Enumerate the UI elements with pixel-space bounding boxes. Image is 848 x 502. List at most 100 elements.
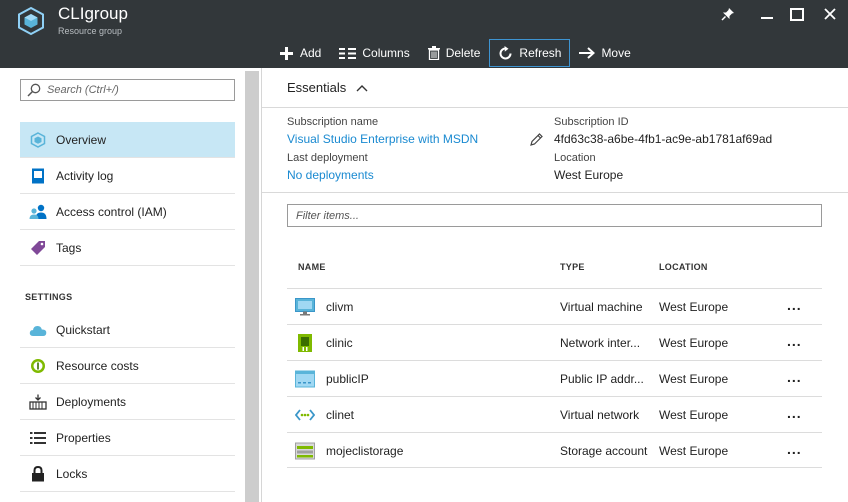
filter-input[interactable] [296, 209, 796, 222]
refresh-icon [499, 45, 512, 59]
blade-header: CLIgroup Resource group Add Columns Dele… [0, 0, 848, 68]
resource-location: West Europe [659, 372, 729, 386]
tag-icon [29, 239, 47, 257]
sidebar-item-overview[interactable]: Overview [20, 122, 235, 158]
resource-group-icon [29, 131, 47, 149]
search-icon [27, 83, 41, 97]
add-button[interactable]: Add [270, 39, 330, 67]
public-ip-icon [295, 370, 315, 388]
properties-icon [29, 429, 47, 447]
sidebar-item-label: Access control (IAM) [56, 204, 167, 219]
overview-panel: Essentials Subscription name Visual Stud… [262, 68, 848, 502]
columns-button-label: Columns [362, 46, 410, 60]
sidebar-item-access-control[interactable]: Access control (IAM) [20, 194, 235, 230]
columns-button[interactable]: Columns [330, 39, 418, 67]
deployments-icon [29, 393, 47, 411]
sidebar-item-tags[interactable]: Tags [20, 230, 235, 266]
plus-icon [280, 46, 293, 60]
more-options-button[interactable]: ... [787, 369, 802, 385]
resource-type: Virtual machine [560, 300, 643, 314]
delete-button-label: Delete [445, 46, 481, 60]
last-deployment-label: Last deployment [287, 152, 368, 164]
resource-type: Public IP addr... [560, 372, 644, 386]
table-row[interactable]: clivm Virtual machine West Europe ... [287, 288, 822, 324]
table-row[interactable]: mojeclistorage Storage account West Euro… [287, 432, 822, 468]
chevron-up-icon [356, 84, 368, 91]
settings-heading: SETTINGS [25, 292, 73, 302]
sidebar-item-resource-costs[interactable]: Resource costs [20, 348, 235, 384]
resource-group-logo-icon [16, 6, 46, 36]
sidebar-item-label: Locks [56, 466, 88, 481]
table-row[interactable]: publicIP Public IP addr... West Europe .… [287, 360, 822, 396]
table-row[interactable]: clinet Virtual network West Europe ... [287, 396, 822, 432]
resource-type: Virtual network [560, 408, 640, 422]
resource-name[interactable]: clinet [326, 408, 354, 422]
minimize-icon[interactable] [756, 5, 778, 23]
close-icon[interactable] [819, 5, 841, 23]
last-deployment-link[interactable]: No deployments [287, 168, 374, 182]
resource-name[interactable]: mojeclistorage [326, 444, 403, 458]
resource-type: Network inter... [560, 336, 641, 350]
resource-menu: Overview Activity log Access control (IA… [0, 68, 262, 502]
add-button-label: Add [300, 46, 322, 60]
column-header-location[interactable]: LOCATION [659, 262, 708, 272]
sidebar-item-quickstart[interactable]: Quickstart [20, 312, 235, 348]
subscription-name-link[interactable]: Visual Studio Enterprise with MSDN [287, 132, 478, 146]
sidebar-item-label: Properties [56, 430, 111, 445]
activity-log-icon [29, 167, 47, 185]
more-options-button[interactable]: ... [787, 333, 802, 349]
sidebar-item-label: Quickstart [56, 322, 111, 337]
sidebar-item-deployments[interactable]: Deployments [20, 384, 235, 420]
sidebar-item-label: Overview [56, 132, 107, 147]
menu-search-input[interactable] [47, 84, 227, 96]
subscription-id-value: 4fd63c38-a6be-4fb1-ac9e-ab1781af69ad [554, 132, 773, 146]
lock-icon [29, 465, 47, 483]
refresh-button[interactable]: Refresh [489, 39, 571, 67]
sidebar-item-activity-log[interactable]: Activity log [20, 158, 235, 194]
sidebar-item-locks[interactable]: Locks [20, 456, 235, 492]
essentials-title: Essentials [287, 80, 347, 95]
resource-type: Storage account [560, 444, 648, 458]
column-header-type[interactable]: TYPE [560, 262, 585, 272]
refresh-button-label: Refresh [519, 46, 562, 60]
users-icon [29, 203, 47, 221]
location-label: Location [554, 152, 596, 164]
sidebar-item-label: Resource costs [56, 358, 139, 373]
sidebar-item-label: Deployments [56, 394, 127, 409]
virtual-network-icon [295, 409, 315, 421]
page-title: CLIgroup [58, 4, 128, 23]
more-options-button[interactable]: ... [787, 297, 802, 313]
resource-location: West Europe [659, 336, 729, 350]
pin-icon[interactable] [717, 5, 739, 23]
move-button[interactable]: Move [570, 39, 639, 67]
resource-location: West Europe [659, 300, 729, 314]
menu-scrollbar[interactable] [245, 71, 259, 502]
more-options-button[interactable]: ... [787, 405, 802, 421]
maximize-icon[interactable] [786, 5, 808, 23]
location-value: West Europe [554, 168, 624, 182]
column-header-name[interactable]: NAME [298, 262, 326, 272]
resource-location: West Europe [659, 444, 729, 458]
subscription-id-label: Subscription ID [554, 116, 629, 128]
essentials-divider [262, 192, 848, 193]
columns-icon [339, 47, 357, 59]
cost-icon [29, 357, 47, 375]
table-row[interactable]: clinic Network inter... West Europe ... [287, 324, 822, 360]
menu-search-box[interactable] [20, 79, 235, 101]
edit-pencil-icon[interactable] [529, 132, 544, 147]
resource-name[interactable]: clivm [326, 300, 353, 314]
subscription-name-label: Subscription name [287, 116, 379, 128]
filter-box[interactable] [287, 204, 822, 227]
arrow-right-icon [579, 47, 596, 59]
virtual-machine-icon [295, 298, 315, 316]
essentials-toggle[interactable]: Essentials [262, 68, 848, 108]
sidebar-item-properties[interactable]: Properties [20, 420, 235, 456]
delete-button[interactable]: Delete [419, 39, 490, 67]
resource-name[interactable]: clinic [326, 336, 353, 350]
move-button-label: Move [601, 46, 631, 60]
resource-name[interactable]: publicIP [326, 372, 369, 386]
command-bar: Add Columns Delete Refresh Move [270, 38, 640, 68]
sidebar-item-label: Tags [56, 240, 82, 255]
trash-icon [427, 46, 440, 60]
more-options-button[interactable]: ... [787, 441, 802, 457]
